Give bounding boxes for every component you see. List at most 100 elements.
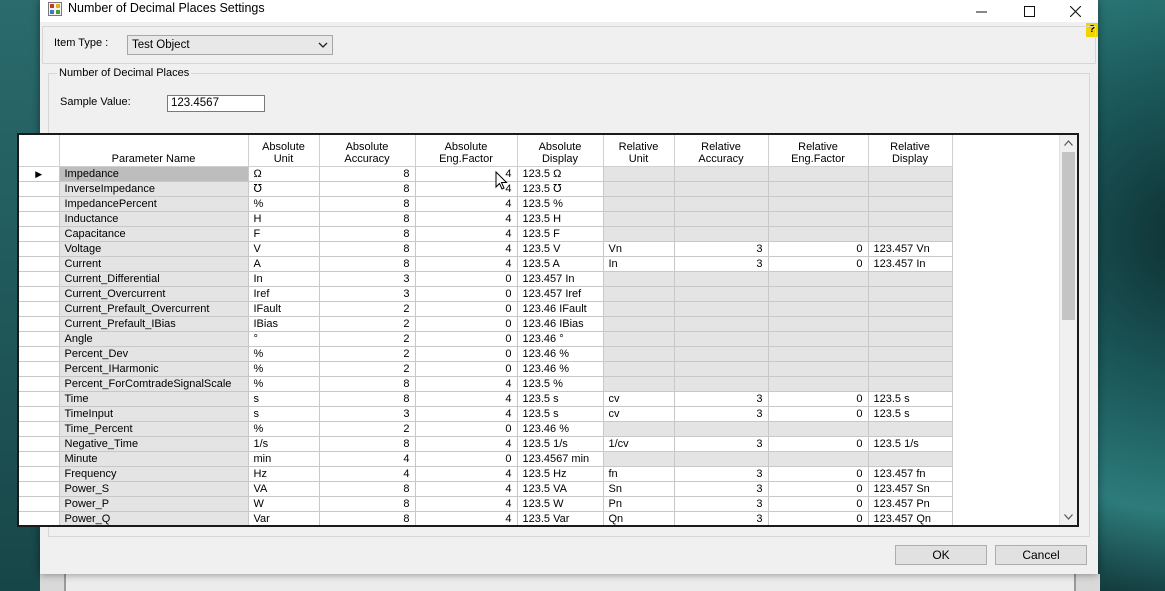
row-header[interactable]: ▶: [19, 166, 60, 182]
cell-rel-accuracy[interactable]: 3: [674, 406, 769, 422]
cell-abs-display[interactable]: 123.5 s: [517, 406, 604, 422]
cell-abs-accuracy[interactable]: 8: [319, 196, 416, 212]
cell-param-name[interactable]: Negative_Time: [59, 436, 249, 452]
cell-abs-unit[interactable]: A: [248, 256, 320, 272]
scroll-down-button[interactable]: [1060, 509, 1077, 525]
cell-abs-display[interactable]: 123.46 IFault: [517, 301, 604, 317]
cell-param-name[interactable]: Time_Percent: [59, 421, 249, 437]
cell-abs-eng-factor[interactable]: 4: [415, 256, 518, 272]
cell-rel-unit[interactable]: [603, 271, 675, 287]
cell-param-name[interactable]: Frequency: [59, 466, 249, 482]
cell-param-name[interactable]: Percent_Dev: [59, 346, 249, 362]
cell-rel-eng-factor[interactable]: 0: [768, 256, 869, 272]
cell-abs-display[interactable]: 123.5 W: [517, 496, 604, 512]
cell-rel-accuracy[interactable]: [674, 346, 769, 362]
table-row[interactable]: Power_P W 8 4 123.5 W Pn 3 0 123.457 Pn: [19, 496, 963, 512]
cell-abs-eng-factor[interactable]: 0: [415, 271, 518, 287]
column-header-abs-eng-factor[interactable]: Absolute Eng.Factor: [415, 135, 518, 167]
row-header[interactable]: [19, 286, 60, 302]
cell-rel-unit[interactable]: [603, 346, 675, 362]
cell-rel-accuracy[interactable]: 3: [674, 466, 769, 482]
row-header[interactable]: [19, 271, 60, 287]
row-header[interactable]: [19, 181, 60, 197]
cell-abs-unit[interactable]: Iref: [248, 286, 320, 302]
cell-param-name[interactable]: TimeInput: [59, 406, 249, 422]
row-header[interactable]: [19, 361, 60, 377]
table-row[interactable]: Time s 8 4 123.5 s cv 3 0 123.5 s: [19, 391, 963, 407]
cell-rel-eng-factor[interactable]: [768, 286, 869, 302]
cell-rel-accuracy[interactable]: [674, 451, 769, 467]
minimize-button[interactable]: [958, 0, 1004, 22]
cell-rel-accuracy[interactable]: 3: [674, 391, 769, 407]
column-header-rel-display[interactable]: Relative Display: [868, 135, 953, 167]
cell-rel-display[interactable]: [868, 301, 953, 317]
cell-param-name[interactable]: Time: [59, 391, 249, 407]
table-row[interactable]: Capacitance F 8 4 123.5 F: [19, 226, 963, 242]
column-header-abs-unit[interactable]: Absolute Unit: [248, 135, 320, 167]
cell-rel-display[interactable]: 123.457 Sn: [868, 481, 953, 497]
row-header[interactable]: [19, 511, 60, 525]
cell-abs-accuracy[interactable]: 8: [319, 166, 416, 182]
cell-rel-eng-factor[interactable]: 0: [768, 496, 869, 512]
cell-param-name[interactable]: Power_S: [59, 481, 249, 497]
row-header[interactable]: [19, 451, 60, 467]
cell-rel-accuracy[interactable]: [674, 181, 769, 197]
cell-rel-display[interactable]: [868, 421, 953, 437]
cell-rel-display[interactable]: [868, 226, 953, 242]
cell-rel-unit[interactable]: [603, 226, 675, 242]
cell-abs-unit[interactable]: IFault: [248, 301, 320, 317]
cell-rel-display[interactable]: [868, 271, 953, 287]
cell-rel-eng-factor[interactable]: [768, 331, 869, 347]
cell-abs-accuracy[interactable]: 8: [319, 481, 416, 497]
cell-abs-accuracy[interactable]: 4: [319, 451, 416, 467]
cell-rel-unit[interactable]: [603, 286, 675, 302]
cell-rel-accuracy[interactable]: [674, 196, 769, 212]
cell-abs-display[interactable]: 123.5 Var: [517, 511, 604, 525]
cell-rel-eng-factor[interactable]: [768, 166, 869, 182]
cell-rel-unit[interactable]: [603, 196, 675, 212]
cell-abs-eng-factor[interactable]: 4: [415, 436, 518, 452]
cell-abs-unit[interactable]: s: [248, 391, 320, 407]
cell-abs-display[interactable]: 123.5 F: [517, 226, 604, 242]
cell-abs-eng-factor[interactable]: 0: [415, 316, 518, 332]
cell-abs-unit[interactable]: min: [248, 451, 320, 467]
cell-abs-unit[interactable]: In: [248, 271, 320, 287]
cell-abs-eng-factor[interactable]: 4: [415, 481, 518, 497]
cell-rel-display[interactable]: 123.457 In: [868, 256, 953, 272]
row-header[interactable]: [19, 481, 60, 497]
cell-abs-display[interactable]: 123.457 Iref: [517, 286, 604, 302]
cell-rel-eng-factor[interactable]: [768, 316, 869, 332]
cell-abs-display[interactable]: 123.5 Hz: [517, 466, 604, 482]
table-row[interactable]: InverseImpedance ℧ 8 4 123.5 ℧: [19, 181, 963, 197]
row-header[interactable]: [19, 301, 60, 317]
cell-rel-unit[interactable]: [603, 181, 675, 197]
cell-rel-display[interactable]: [868, 211, 953, 227]
cell-abs-eng-factor[interactable]: 4: [415, 211, 518, 227]
row-header[interactable]: [19, 466, 60, 482]
table-row[interactable]: Frequency Hz 4 4 123.5 Hz fn 3 0 123.457 fn: [19, 466, 963, 482]
table-row[interactable]: Percent_IHarmonic% 2 0 123.46 %: [19, 361, 963, 377]
cell-abs-eng-factor[interactable]: 0: [415, 286, 518, 302]
cell-rel-unit[interactable]: [603, 331, 675, 347]
table-row[interactable]: TimeInput s 3 4 123.5 s cv 3 0 123.5 s: [19, 406, 963, 422]
cell-rel-eng-factor[interactable]: [768, 346, 869, 362]
column-header-rel-eng-factor[interactable]: Relative Eng.Factor: [768, 135, 869, 167]
cell-abs-eng-factor[interactable]: 4: [415, 241, 518, 257]
cell-abs-display[interactable]: 123.457 In: [517, 271, 604, 287]
cell-rel-unit[interactable]: [603, 301, 675, 317]
column-header-rel-accuracy[interactable]: Relative Accuracy: [674, 135, 769, 167]
column-header-rel-unit[interactable]: Relative Unit: [603, 135, 675, 167]
cell-abs-unit[interactable]: %: [248, 196, 320, 212]
cell-rel-eng-factor[interactable]: [768, 271, 869, 287]
cell-rel-accuracy[interactable]: 3: [674, 511, 769, 525]
cell-rel-display[interactable]: 123.457 Pn: [868, 496, 953, 512]
cell-rel-accuracy[interactable]: 3: [674, 241, 769, 257]
cell-rel-accuracy[interactable]: [674, 301, 769, 317]
cell-rel-unit[interactable]: [603, 421, 675, 437]
cell-rel-unit[interactable]: cv: [603, 391, 675, 407]
cell-param-name[interactable]: Percent_ForComtradeSignalScale: [59, 376, 249, 392]
cell-abs-display[interactable]: 123.46 %: [517, 361, 604, 377]
table-row[interactable]: Current_Overcurrent Iref 3 0 123.457 Iref: [19, 286, 963, 302]
cell-abs-unit[interactable]: Hz: [248, 466, 320, 482]
cell-rel-accuracy[interactable]: [674, 361, 769, 377]
